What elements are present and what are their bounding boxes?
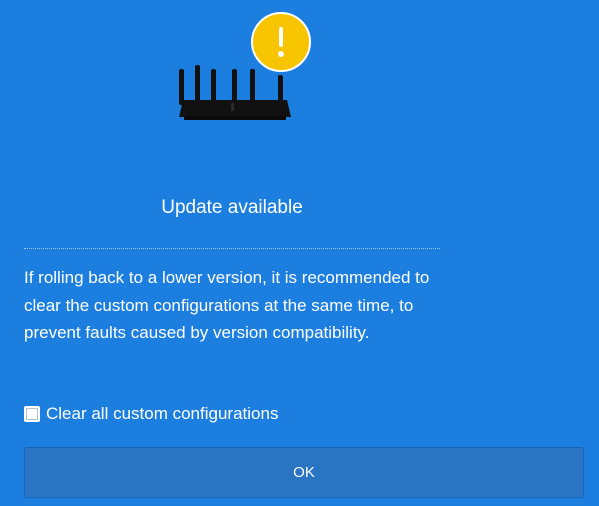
router-body [179,100,291,117]
rollback-message: If rolling back to a lower version, it i… [24,268,430,342]
dialog-title: Update available [161,197,303,218]
ok-button[interactable]: OK [24,447,584,498]
divider [24,248,440,249]
clear-configurations-option[interactable]: Clear all custom configurations [24,402,278,426]
clear-configurations-label[interactable]: Clear all custom configurations [46,402,278,426]
clear-configurations-checkbox[interactable] [24,406,40,422]
warning-icon [251,12,311,72]
update-screen: Update available If rolling back to a lo… [0,0,599,506]
